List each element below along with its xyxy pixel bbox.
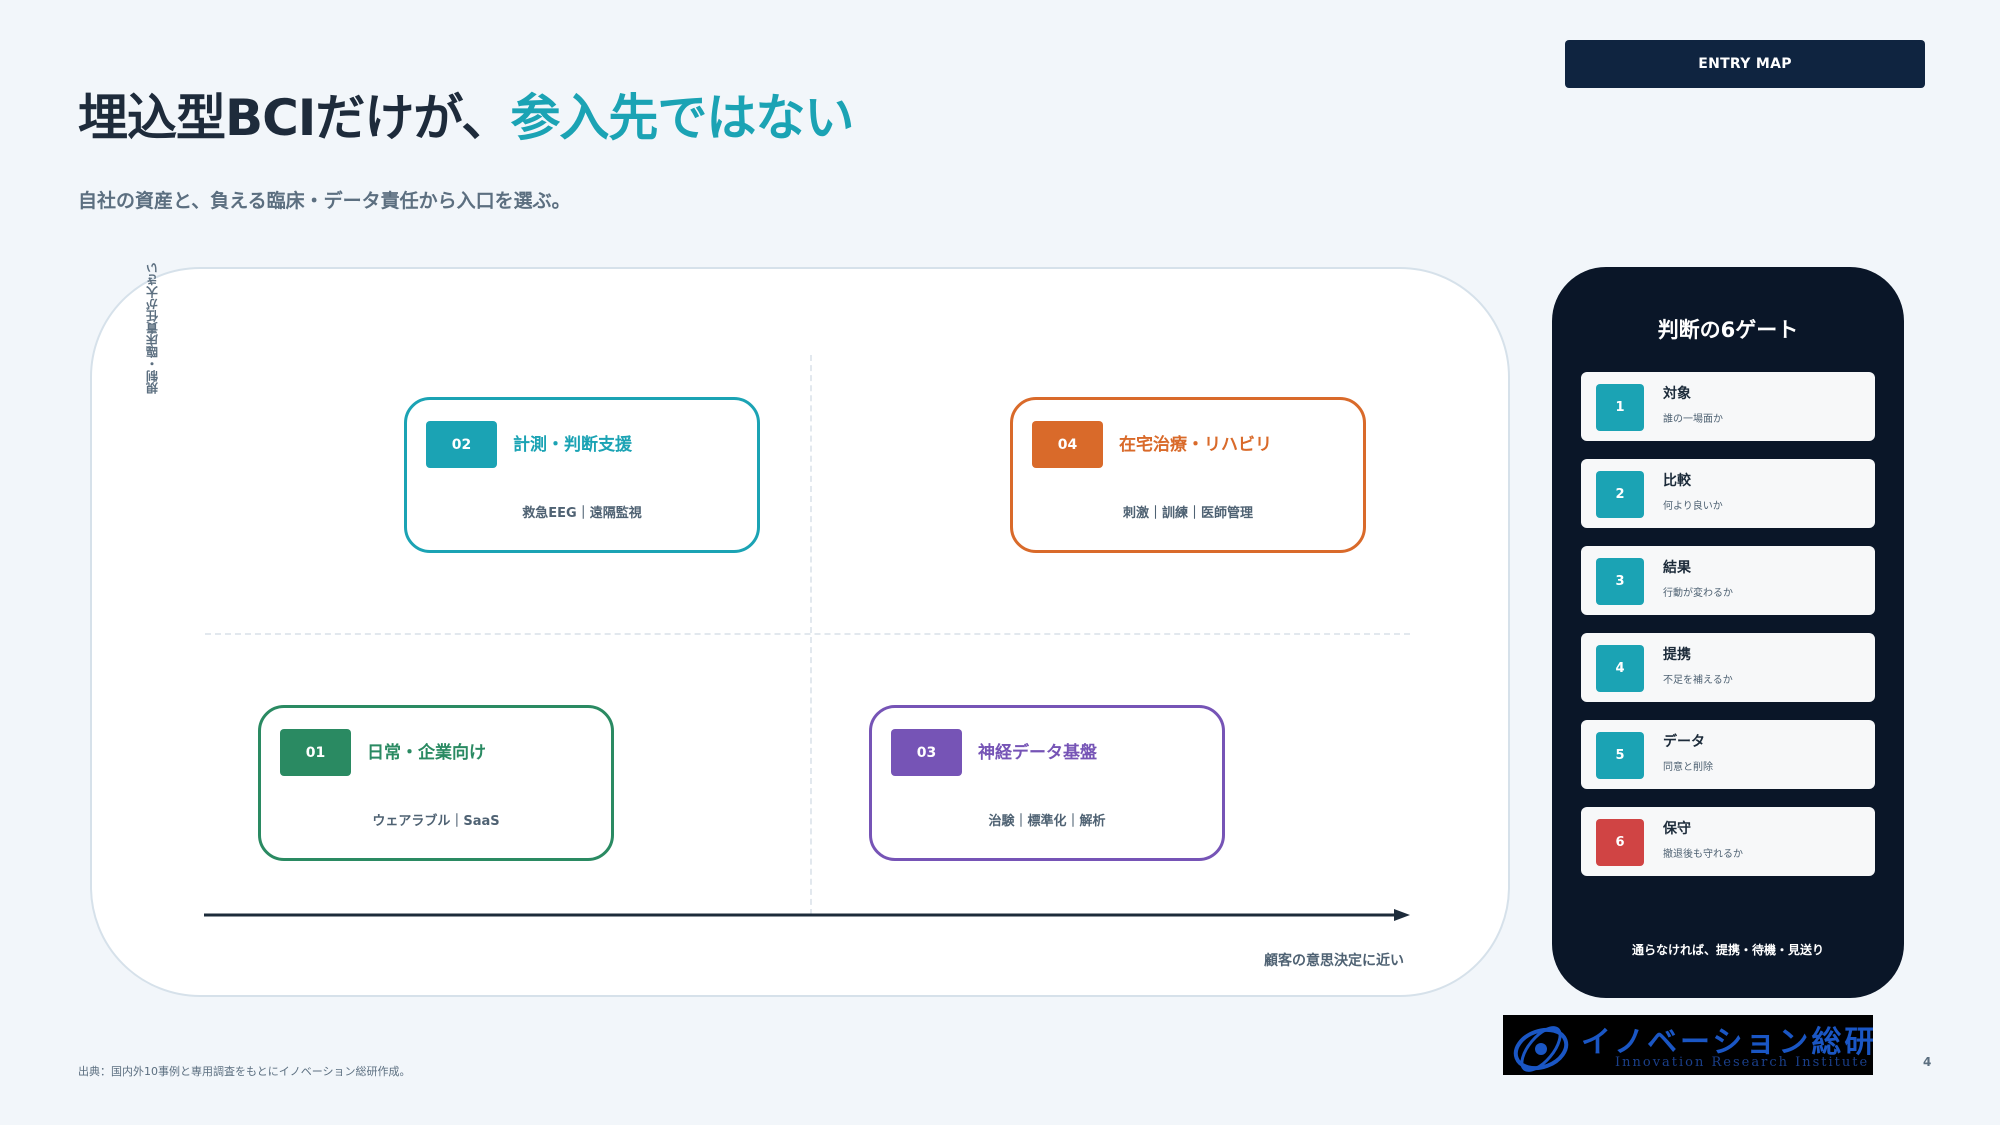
gate-item-1[interactable]: 1 対象 誰の一場面か xyxy=(1581,372,1875,441)
gate-description: 同意と削除 xyxy=(1663,762,1713,773)
quadrant-title: 在宅治療・リハビリ xyxy=(1119,435,1272,455)
quadrant-badge: 03 xyxy=(891,729,962,776)
x-axis-label: 顧客の意思決定に近い xyxy=(1264,953,1404,969)
quadrant-subtitle: 治験｜標準化｜解析 xyxy=(988,814,1106,829)
gates-footer: 通らなければ、提携・待機・見送り xyxy=(1631,943,1824,957)
gate-number: 3 xyxy=(1596,558,1644,605)
logo-text-en: Innovation Research Institute xyxy=(1615,1055,1870,1070)
gate-description: 行動が変わるか xyxy=(1663,588,1733,599)
quadrant-badge: 02 xyxy=(426,421,497,468)
gate-name: データ xyxy=(1663,734,1705,750)
gate-description: 不足を補えるか xyxy=(1663,675,1733,686)
gate-number: 4 xyxy=(1596,645,1644,692)
gate-description: 誰の一場面か xyxy=(1663,414,1723,425)
horizontal-divider xyxy=(205,633,1410,635)
entry-map-button[interactable]: ENTRY MAP xyxy=(1565,40,1925,88)
page-title-main: 埋込型BCIだけが、 xyxy=(78,89,511,147)
gate-description: 撤退後も守れるか xyxy=(1663,849,1743,860)
quadrant-card-02[interactable]: 02 計測・判断支援 救急EEG｜遠隔監視 xyxy=(404,397,760,553)
gate-item-5[interactable]: 5 データ 同意と削除 xyxy=(1581,720,1875,789)
page-title-accent: 参入先ではない xyxy=(510,89,854,147)
quadrant-card-03[interactable]: 03 神経データ基盤 治験｜標準化｜解析 xyxy=(869,705,1225,861)
quadrant-subtitle: 刺激｜訓練｜医師管理 xyxy=(1122,506,1253,521)
y-axis-label: 規制・臨床責任が大きい xyxy=(145,262,160,394)
gate-name: 対象 xyxy=(1663,386,1691,402)
gate-name: 保守 xyxy=(1663,821,1691,837)
gate-item-3[interactable]: 3 結果 行動が変わるか xyxy=(1581,546,1875,615)
vertical-divider xyxy=(810,355,812,915)
quadrant-badge: 01 xyxy=(280,729,351,776)
gate-number: 1 xyxy=(1596,384,1644,431)
page-title: 埋込型BCIだけが、参入先ではない xyxy=(78,78,854,150)
x-axis-arrow xyxy=(204,909,1410,921)
gate-name: 提携 xyxy=(1663,647,1691,663)
gate-item-2[interactable]: 2 比較 何より良いか xyxy=(1581,459,1875,528)
gate-name: 結果 xyxy=(1663,560,1691,576)
gate-item-6[interactable]: 6 保守 撤退後も守れるか xyxy=(1581,807,1875,876)
source-note: 出典：国内外10事例と専用調査をもとにイノベーション総研作成。 xyxy=(78,1065,411,1078)
logo-mark-icon xyxy=(1513,1026,1569,1072)
company-logo: イノベーション総研 Innovation Research Institute xyxy=(1503,1015,1873,1075)
gate-description: 何より良いか xyxy=(1663,501,1723,512)
gates-title: 判断の6ゲート xyxy=(1657,318,1799,342)
quadrant-badge: 04 xyxy=(1032,421,1103,468)
quadrant-subtitle: 救急EEG｜遠隔監視 xyxy=(522,506,642,521)
gate-number: 5 xyxy=(1596,732,1644,779)
quadrant-title: 日常・企業向け xyxy=(367,743,486,763)
quadrant-subtitle: ウェアラブル｜SaaS xyxy=(372,814,500,829)
page-number: 4 xyxy=(1923,1055,1932,1069)
quadrant-title: 神経データ基盤 xyxy=(978,743,1097,763)
entry-matrix xyxy=(90,267,1510,997)
gate-item-4[interactable]: 4 提携 不足を補えるか xyxy=(1581,633,1875,702)
quadrant-card-04[interactable]: 04 在宅治療・リハビリ 刺激｜訓練｜医師管理 xyxy=(1010,397,1366,553)
gate-name: 比較 xyxy=(1663,473,1691,489)
gate-number: 6 xyxy=(1596,819,1644,866)
gates-panel: 判断の6ゲート 1 対象 誰の一場面か 2 比較 何より良いか 3 結果 行動が… xyxy=(1552,267,1904,998)
gate-number: 2 xyxy=(1596,471,1644,518)
page-subtitle: 自社の資産と、負える臨床・データ責任から入口を選ぶ。 xyxy=(78,190,571,212)
quadrant-title: 計測・判断支援 xyxy=(513,435,632,455)
quadrant-card-01[interactable]: 01 日常・企業向け ウェアラブル｜SaaS xyxy=(258,705,614,861)
